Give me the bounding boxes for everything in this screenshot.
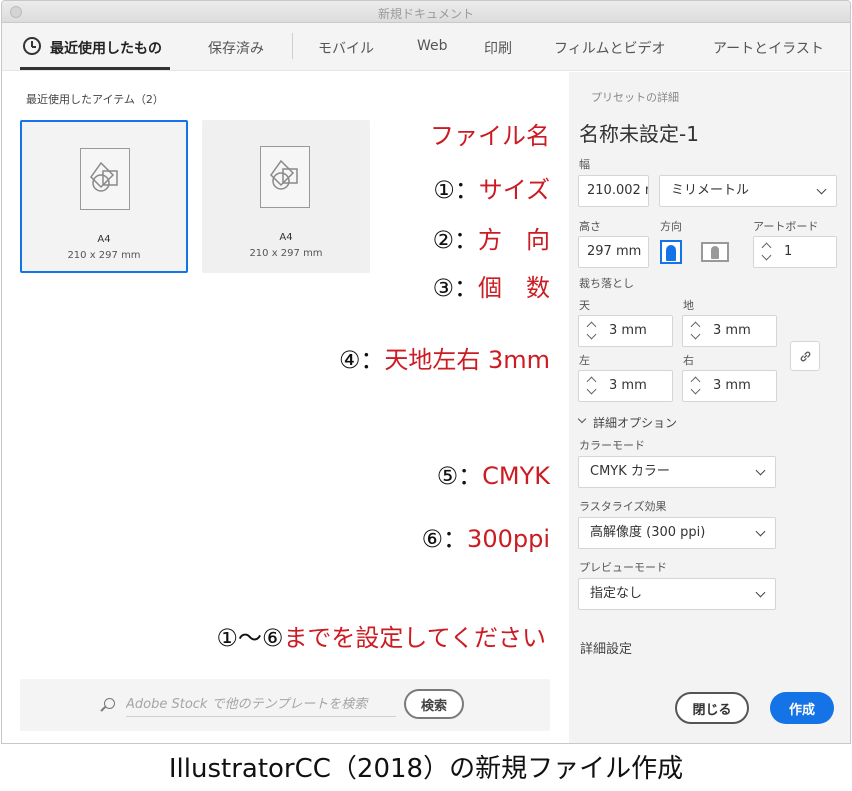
bleed-label: 裁ち落とし (579, 277, 634, 290)
width-input[interactable]: 210.002 m (578, 175, 649, 207)
bleed-right-stepper[interactable]: 3 mm (682, 370, 777, 402)
annotation-color-mode: ⑤：CMYK (436, 462, 550, 490)
tab-print[interactable]: 印刷 (484, 38, 512, 58)
active-tab-indicator (20, 67, 170, 70)
raster-effects-select[interactable]: 高解像度 (300 ppi) (578, 517, 776, 549)
stepper-down-icon[interactable] (586, 329, 597, 340)
artboard-stepper[interactable]: 1 (753, 236, 837, 268)
bleed-top-value: 3 mm (609, 323, 647, 338)
annotation-filename: ファイル名 (430, 122, 550, 150)
height-label: 高さ (579, 220, 601, 233)
preset-details-panel: プリセットの詳細 名称未設定-1 幅 210.002 m ミリメートル 高さ 方… (569, 72, 850, 743)
color-mode-label: カラーモード (579, 439, 645, 452)
annotation-instruction: ①〜⑥までを設定してください (216, 624, 546, 652)
tab-web[interactable]: Web (417, 38, 448, 54)
link-icon (800, 351, 811, 362)
recent-item-card[interactable]: A4 210 x 297 mm (20, 120, 188, 273)
recent-items-label: 最近使用したアイテム（2） (26, 93, 164, 106)
title-bar: 新規ドキュメント (2, 1, 850, 23)
raster-effects-value: 高解像度 (300 ppi) (590, 525, 706, 540)
recent-item-name: A4 (97, 234, 111, 245)
chevron-down-icon (816, 184, 827, 195)
artboard-value: 1 (784, 244, 793, 259)
clock-icon (23, 37, 41, 55)
tab-film-video[interactable]: フィルムとビデオ (554, 38, 665, 58)
tab-saved[interactable]: 保存済み (208, 38, 264, 58)
tab-recent[interactable]: 最近使用したもの (50, 38, 162, 58)
unit-select-value: ミリメートル (671, 183, 750, 198)
recent-item-dims: 210 x 297 mm (249, 248, 323, 259)
image-caption: IllustratorCC（2018）の新規ファイル作成 (168, 754, 684, 784)
tab-mobile[interactable]: モバイル (318, 38, 374, 58)
annotation-count: ③：個 数 (432, 274, 550, 302)
bleed-top-label: 天 (579, 299, 590, 312)
annotation-bleed: ④：天地左右 3mm (338, 346, 550, 374)
bleed-left-value: 3 mm (609, 378, 647, 393)
preview-mode-label: プレビューモード (579, 561, 667, 574)
stock-search-input[interactable] (126, 693, 396, 717)
raster-effects-label: ラスタライズ効果 (579, 500, 667, 513)
search-icon (104, 698, 115, 709)
height-input[interactable]: 297 mm (578, 236, 649, 268)
more-settings-link[interactable]: 詳細設定 (580, 638, 632, 657)
link-bleed-button[interactable] (790, 341, 820, 371)
tab-art-illustration[interactable]: アートとイラスト (713, 38, 824, 58)
preset-heading: プリセットの詳細 (591, 91, 679, 104)
width-label: 幅 (579, 158, 590, 171)
tab-divider (292, 33, 293, 59)
chevron-down-icon (755, 587, 766, 598)
portrait-orientation-icon[interactable] (660, 240, 682, 264)
preview-mode-select[interactable]: 指定なし (578, 578, 776, 610)
bleed-bottom-value: 3 mm (713, 323, 751, 338)
recent-panel: 最近使用したアイテム（2） A4 210 x 297 mm A4 210 x 2… (2, 72, 568, 743)
color-mode-select[interactable]: CMYK カラー (578, 456, 776, 488)
bleed-left-label: 左 (579, 354, 590, 367)
preview-mode-value: 指定なし (590, 586, 643, 601)
bleed-right-label: 右 (683, 354, 694, 367)
chevron-down-icon (755, 465, 766, 476)
document-name-field[interactable]: 名称未設定-1 (579, 118, 699, 147)
stepper-down-icon[interactable] (761, 250, 772, 261)
orientation-label: 方向 (660, 220, 682, 233)
annotation-size: ①：サイズ (433, 176, 550, 204)
chevron-down-icon (755, 526, 766, 537)
bleed-left-stepper[interactable]: 3 mm (578, 370, 673, 402)
stepper-down-icon[interactable] (690, 329, 701, 340)
unit-select[interactable]: ミリメートル (659, 175, 837, 207)
recent-item-name: A4 (279, 232, 293, 243)
landscape-orientation-icon[interactable] (701, 242, 729, 262)
bleed-bottom-label: 地 (683, 299, 694, 312)
category-tabs: 最近使用したもの 保存済み モバイル Web 印刷 フィルムとビデオ アートとイ… (2, 23, 850, 71)
advanced-options-toggle[interactable]: 詳細オプション (593, 414, 677, 431)
bleed-top-stepper[interactable]: 3 mm (578, 315, 673, 347)
annotation-ppi: ⑥：300ppi (421, 525, 550, 553)
bleed-right-value: 3 mm (713, 378, 751, 393)
new-document-dialog: 新規ドキュメント 最近使用したもの 保存済み モバイル Web 印刷 フィルムと… (1, 0, 851, 744)
stock-search-bar: 検索 (20, 679, 550, 731)
bleed-bottom-stepper[interactable]: 3 mm (682, 315, 777, 347)
recent-item-dims: 210 x 297 mm (67, 250, 141, 261)
color-mode-value: CMYK カラー (590, 464, 670, 479)
create-button[interactable]: 作成 (770, 692, 834, 724)
document-icon (80, 148, 130, 210)
document-icon (260, 146, 310, 208)
annotation-orientation: ②：方 向 (432, 226, 550, 254)
search-button[interactable]: 検索 (404, 689, 464, 719)
stepper-down-icon[interactable] (586, 384, 597, 395)
window-title: 新規ドキュメント (377, 7, 474, 21)
chevron-down-icon[interactable] (577, 414, 587, 424)
stepper-down-icon[interactable] (690, 384, 701, 395)
close-button[interactable]: 閉じる (675, 692, 749, 724)
recent-item-card[interactable]: A4 210 x 297 mm (202, 120, 370, 273)
artboard-label: アートボード (753, 220, 819, 233)
